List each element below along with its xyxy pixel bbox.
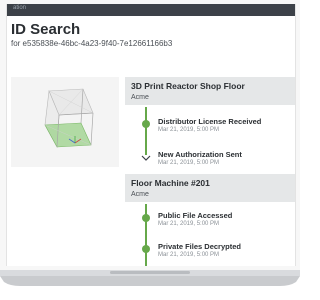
top-navigation-bar: ation (7, 4, 295, 16)
timeline-dot-icon (142, 245, 150, 253)
panel-owner: Acme (131, 94, 149, 101)
panel-header: Floor Machine #201 Acme (125, 174, 295, 202)
panel-title: 3D Print Reactor Shop Floor (131, 81, 245, 91)
event-time: Mar 21, 2019, 5:00 PM (158, 221, 220, 227)
timeline-event[interactable]: Private Files Decrypted Mar 21, 2019, 5:… (125, 242, 295, 266)
panel-owner: Acme (131, 191, 149, 198)
laptop-lid: ation ID Search for e535838e-46bc-4a23-9… (0, 0, 300, 272)
cube-model-icon (44, 88, 94, 149)
panel-title: Floor Machine #201 (131, 178, 210, 188)
event-timeline: Distributor License Received Mar 21, 201… (125, 105, 295, 166)
event-time: Mar 21, 2019, 5:00 PM (158, 160, 220, 166)
3d-model-viewer[interactable] (11, 77, 119, 167)
search-id-subtitle: for e535838e-46bc-4a23-9f40-7e12661166b3 (11, 39, 173, 48)
event-time: Mar 21, 2019, 5:00 PM (158, 252, 220, 258)
event-timeline: Public File Accessed Mar 21, 2019, 5:00 … (125, 202, 295, 266)
timeline-dot-icon (142, 214, 150, 222)
event-title: New Authorization Sent (158, 150, 242, 159)
page-title: ID Search (11, 21, 81, 38)
app-screen: ation ID Search for e535838e-46bc-4a23-9… (6, 4, 296, 266)
event-title: Private Files Decrypted (158, 242, 241, 251)
event-title: Public File Accessed (158, 211, 233, 220)
laptop-base (0, 270, 300, 286)
event-title: Distributor License Received (158, 117, 262, 126)
topbar-text: ation (13, 5, 27, 11)
event-time: Mar 21, 2019, 5:00 PM (158, 127, 220, 133)
timeline-event[interactable]: Public File Accessed Mar 21, 2019, 5:00 … (125, 211, 295, 235)
timeline-event[interactable]: New Authorization Sent Mar 21, 2019, 5:0… (125, 150, 295, 174)
asset-panel-floor-machine[interactable]: Floor Machine #201 Acme Public File Acce… (125, 174, 295, 266)
panel-header: 3D Print Reactor Shop Floor Acme (125, 77, 295, 105)
timeline-dot-icon (142, 120, 150, 128)
asset-panel-reactor[interactable]: 3D Print Reactor Shop Floor Acme Distrib… (125, 77, 295, 166)
timeline-event[interactable]: Distributor License Received Mar 21, 201… (125, 117, 295, 141)
